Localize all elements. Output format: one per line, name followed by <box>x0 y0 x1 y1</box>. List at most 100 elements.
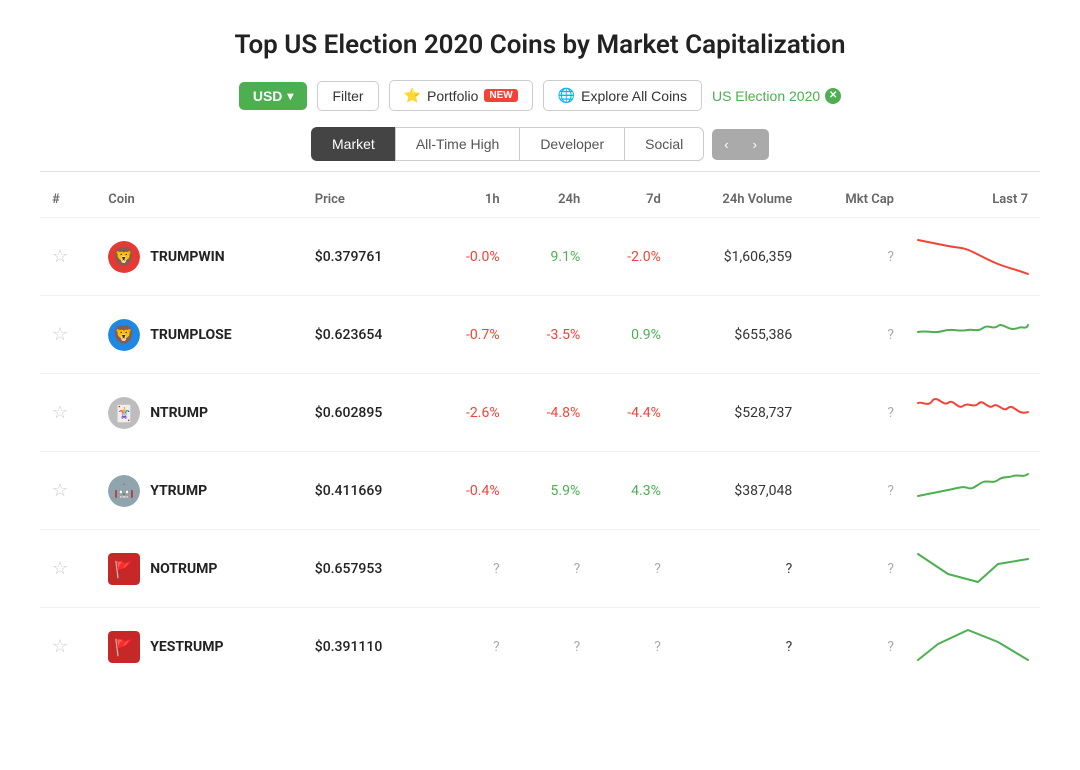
24h-change: ? <box>512 608 593 686</box>
price-cell: $0.602895 <box>303 374 431 452</box>
coins-table: # Coin Price 1h 24h 7d 24h Volume Mkt Ca… <box>40 182 1040 685</box>
svg-text:🤖: 🤖 <box>114 482 134 501</box>
svg-text:🚩: 🚩 <box>114 560 134 579</box>
sparkline-cell <box>906 374 1040 452</box>
sparkline-cell <box>906 218 1040 296</box>
coin-name[interactable]: TRUMPWIN <box>150 249 224 265</box>
table-header-row: # Coin Price 1h 24h 7d 24h Volume Mkt Ca… <box>40 182 1040 218</box>
close-icon: ✕ <box>825 88 841 104</box>
tab-developer[interactable]: Developer <box>519 127 624 161</box>
col-7d: 7d <box>592 182 673 218</box>
col-rank: # <box>40 182 96 218</box>
mktcap-cell: ? <box>804 608 906 686</box>
rank-cell: ☆ <box>40 374 96 452</box>
volume-cell: $1,606,359 <box>673 218 804 296</box>
price-cell: $0.379761 <box>303 218 431 296</box>
table-row: ☆🤖YTRUMP$0.411669-0.4%5.9%4.3%$387,048? <box>40 452 1040 530</box>
coin-name[interactable]: NOTRUMP <box>150 561 217 577</box>
24h-change: 9.1% <box>512 218 593 296</box>
sparkline-cell <box>906 530 1040 608</box>
sparkline-cell <box>906 296 1040 374</box>
tabs-row: Market All-Time High Developer Social ‹ … <box>40 127 1040 161</box>
rank-cell: ☆ <box>40 296 96 374</box>
mktcap-cell: ? <box>804 374 906 452</box>
mktcap-cell: ? <box>804 296 906 374</box>
table-row: ☆🚩NOTRUMP$0.657953????? <box>40 530 1040 608</box>
volume-cell: $387,048 <box>673 452 804 530</box>
coin-cell: 🃏 NTRUMP <box>96 374 303 452</box>
1h-change: ? <box>431 608 512 686</box>
favorite-button[interactable]: ☆ <box>52 325 68 343</box>
tab-all-time-high[interactable]: All-Time High <box>395 127 520 161</box>
favorite-button[interactable]: ☆ <box>52 637 68 655</box>
col-price: Price <box>303 182 431 218</box>
currency-button[interactable]: USD <box>239 82 308 110</box>
favorite-button[interactable]: ☆ <box>52 481 68 499</box>
table-row: ☆ 🦁 TRUMPWIN $0.379761-0.0%9.1%-2.0%$1,606,… <box>40 218 1040 296</box>
new-badge: New <box>484 89 517 102</box>
7d-change: -4.4% <box>592 374 673 452</box>
7d-change: 4.3% <box>592 452 673 530</box>
svg-text:🚩: 🚩 <box>114 638 134 657</box>
rank-cell: ☆ <box>40 452 96 530</box>
nav-arrows: ‹ › <box>712 129 769 160</box>
tab-market[interactable]: Market <box>311 127 395 161</box>
24h-change: 5.9% <box>512 452 593 530</box>
coin-name[interactable]: NTRUMP <box>150 405 208 421</box>
7d-change: ? <box>592 608 673 686</box>
coin-name[interactable]: YESTRUMP <box>150 639 223 655</box>
sparkline-cell <box>906 452 1040 530</box>
1h-change: -0.7% <box>431 296 512 374</box>
1h-change: -0.0% <box>431 218 512 296</box>
globe-icon: 🌐 <box>558 87 575 104</box>
favorite-button[interactable]: ☆ <box>52 247 68 265</box>
volume-cell: $528,737 <box>673 374 804 452</box>
svg-text:🃏: 🃏 <box>114 404 134 423</box>
mktcap-cell: ? <box>804 218 906 296</box>
coin-name[interactable]: YTRUMP <box>150 483 207 499</box>
tab-social[interactable]: Social <box>624 127 704 161</box>
prev-arrow[interactable]: ‹ <box>712 129 740 160</box>
favorite-button[interactable]: ☆ <box>52 403 68 421</box>
toolbar: USD Filter ⭐ Portfolio New 🌐 Explore All… <box>40 80 1040 111</box>
coin-cell: 🚩 NOTRUMP <box>96 530 303 608</box>
1h-change: -0.4% <box>431 452 512 530</box>
next-arrow[interactable]: › <box>741 129 769 160</box>
24h-change: ? <box>512 530 593 608</box>
7d-change: -2.0% <box>592 218 673 296</box>
price-cell: $0.391110 <box>303 608 431 686</box>
table-row: ☆🦁TRUMPLOSE$0.623654-0.7%-3.5%0.9%$655,3… <box>40 296 1040 374</box>
coin-cell: 🦁 TRUMPLOSE <box>96 296 303 374</box>
volume-cell: ? <box>673 530 804 608</box>
portfolio-button[interactable]: ⭐ Portfolio New <box>389 80 533 111</box>
7d-change: 0.9% <box>592 296 673 374</box>
divider <box>40 171 1040 172</box>
sparkline-cell <box>906 608 1040 686</box>
favorite-button[interactable]: ☆ <box>52 559 68 577</box>
price-cell: $0.623654 <box>303 296 431 374</box>
rank-cell: ☆ <box>40 530 96 608</box>
volume-cell: $655,386 <box>673 296 804 374</box>
price-cell: $0.657953 <box>303 530 431 608</box>
coin-cell: 🤖 YTRUMP <box>96 452 303 530</box>
explore-button[interactable]: 🌐 Explore All Coins <box>543 80 702 111</box>
filter-button[interactable]: Filter <box>317 81 378 111</box>
24h-change: -4.8% <box>512 374 593 452</box>
election-label: US Election 2020 <box>712 88 820 104</box>
star-icon: ⭐ <box>404 87 421 104</box>
col-coin: Coin <box>96 182 303 218</box>
mktcap-cell: ? <box>804 452 906 530</box>
rank-cell: ☆ <box>40 218 96 296</box>
col-1h: 1h <box>431 182 512 218</box>
svg-text:🦁: 🦁 <box>113 246 135 268</box>
page-title: Top US Election 2020 Coins by Market Cap… <box>40 30 1040 60</box>
explore-label: Explore All Coins <box>581 88 687 104</box>
1h-change: ? <box>431 530 512 608</box>
portfolio-label: Portfolio <box>427 88 478 104</box>
election-filter-button[interactable]: US Election 2020 ✕ <box>712 88 841 104</box>
svg-text:🦁: 🦁 <box>113 324 135 346</box>
7d-change: ? <box>592 530 673 608</box>
coin-name[interactable]: TRUMPLOSE <box>150 327 231 343</box>
col-volume: 24h Volume <box>673 182 804 218</box>
coin-cell: 🚩 YESTRUMP <box>96 608 303 686</box>
